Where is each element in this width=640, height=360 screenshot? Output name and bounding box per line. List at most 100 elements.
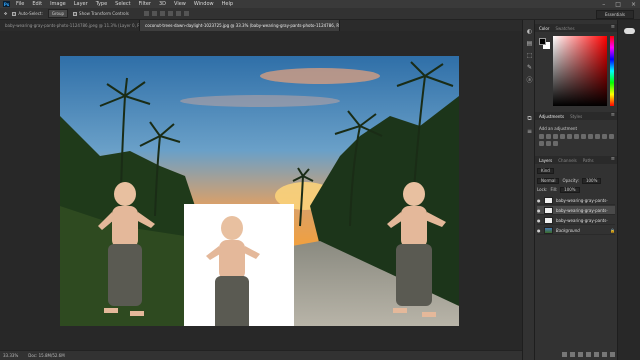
gradient-map-icon[interactable] — [553, 141, 558, 146]
posterize-icon[interactable] — [539, 141, 544, 146]
black-white-icon[interactable] — [588, 134, 593, 139]
visibility-eye-icon[interactable]: ● — [537, 218, 541, 223]
panel-menu-icon[interactable]: ≡ — [611, 112, 615, 118]
tab-coconut-trees[interactable]: coconut-trees-dawn-daylight-1023725.jpg … — [140, 20, 340, 31]
history-icon[interactable]: ◐ — [526, 28, 533, 35]
visibility-eye-icon[interactable]: ● — [537, 208, 541, 213]
composite-image — [60, 56, 459, 326]
doc-size[interactable]: Doc: 15.8M/52.6M — [28, 353, 64, 358]
layer-kind-filter[interactable]: Kind — [537, 167, 554, 174]
menu-3d[interactable]: 3D — [159, 1, 166, 7]
adjustment-layer-icon[interactable] — [586, 351, 591, 357]
libraries-icon[interactable]: ⬚ — [526, 52, 533, 59]
opacity-label: Opacity: — [562, 178, 579, 183]
add-adjustment-label: Add an adjustment — [539, 126, 578, 131]
mask-icon[interactable] — [578, 351, 583, 357]
color-balance-icon[interactable] — [581, 134, 586, 139]
tab-swatches[interactable]: Swatches — [555, 26, 574, 31]
zoom-level[interactable]: 33.33% — [3, 353, 18, 358]
panel-icon-strip: ◐ ▤ ⬚ ✎ ⓐ ⧉ ≡ — [522, 20, 535, 360]
invert-icon[interactable] — [609, 134, 614, 139]
visibility-eye-icon[interactable]: ● — [537, 228, 541, 233]
tab-baby-photo[interactable]: baby-wearing-gray-pants-photo-1124786.jp… — [0, 20, 140, 31]
document-canvas[interactable] — [60, 56, 459, 326]
move-tool-icon[interactable]: ✥ — [4, 11, 7, 16]
layer-name: baby-wearing-gray-pants-p... — [556, 197, 608, 203]
group-icon[interactable] — [594, 351, 599, 357]
layer-name: baby-wearing-gray-pants-p... — [556, 207, 608, 213]
fx-icon[interactable] — [570, 351, 575, 357]
auto-select-option[interactable]: Auto-Select: — [12, 11, 43, 16]
menu-file[interactable]: File — [16, 1, 24, 7]
tab-styles[interactable]: Styles — [570, 114, 582, 119]
maximize-icon[interactable]: □ — [615, 1, 621, 8]
tab-channels[interactable]: Channels — [558, 158, 577, 163]
align-middle-icon[interactable] — [151, 11, 157, 16]
link-layers-icon[interactable] — [562, 351, 567, 357]
lock-row: Lock: Fill: 100% — [537, 186, 615, 193]
foreground-color-swatch[interactable] — [539, 38, 546, 45]
lock-icon: 🔒 — [610, 227, 615, 233]
menu-select[interactable]: Select — [115, 1, 130, 7]
brush-icon[interactable]: ✎ — [526, 64, 533, 71]
hue-slider[interactable] — [610, 36, 614, 106]
trash-icon[interactable] — [610, 351, 615, 357]
photoshop-logo[interactable]: Ps — [3, 1, 10, 7]
paragraph-icon[interactable]: ≡ — [526, 128, 533, 135]
align-left-icon[interactable] — [167, 11, 173, 16]
document-tabs: baby-wearing-gray-pants-photo-1124786.jp… — [0, 20, 522, 31]
opacity-input[interactable]: 100% — [581, 177, 602, 184]
clone-source-icon[interactable]: ⧉ — [526, 115, 533, 122]
blend-mode-select[interactable]: Normal — [537, 177, 560, 184]
visibility-eye-icon[interactable]: ● — [537, 198, 541, 203]
tab-paths[interactable]: Paths — [583, 158, 594, 163]
layer-row[interactable]: ● baby-wearing-gray-pants-p... — [537, 196, 615, 205]
vibrance-icon[interactable] — [567, 134, 572, 139]
cloud-icon[interactable] — [624, 28, 635, 34]
panel-menu-icon[interactable]: ≡ — [611, 156, 615, 162]
menu-help[interactable]: Help — [222, 1, 233, 7]
layer-row[interactable]: ● baby-wearing-gray-pants-p... — [537, 206, 615, 215]
new-layer-icon[interactable] — [602, 351, 607, 357]
levels-icon[interactable] — [546, 134, 551, 139]
align-bottom-icon[interactable] — [159, 11, 165, 16]
layer-row[interactable]: ● Background 🔒 — [537, 226, 615, 235]
menu-layer[interactable]: Layer — [74, 1, 88, 7]
channel-mixer-icon[interactable] — [602, 134, 607, 139]
align-center-icon[interactable] — [175, 11, 181, 16]
menu-image[interactable]: Image — [50, 1, 66, 7]
adjustment-icons — [539, 134, 615, 146]
tab-color[interactable]: Color — [539, 26, 549, 31]
menu-window[interactable]: Window — [194, 1, 214, 7]
right-panels: Color Swatches ≡ Adjustments Styles ≡ Ad… — [535, 20, 617, 360]
layer-row[interactable]: ● baby-wearing-gray-pants-p... — [537, 216, 615, 225]
character-icon[interactable]: ⓐ — [526, 76, 533, 84]
menu-filter[interactable]: Filter — [139, 1, 151, 7]
tab-layers[interactable]: Layers — [539, 158, 552, 163]
blend-row: Normal Opacity: 100% — [537, 177, 615, 184]
canvas-area[interactable] — [0, 31, 522, 350]
threshold-icon[interactable] — [546, 141, 551, 146]
color-picker-field[interactable] — [553, 36, 607, 106]
menu-view[interactable]: View — [174, 1, 186, 7]
transform-controls-checkbox[interactable] — [73, 11, 78, 16]
photo-filter-icon[interactable] — [595, 134, 600, 139]
tab-adjustments[interactable]: Adjustments — [539, 114, 564, 119]
hue-saturation-icon[interactable] — [574, 134, 579, 139]
minimize-icon[interactable]: – — [602, 1, 605, 8]
transform-controls-option[interactable]: Show Transform Controls — [73, 11, 129, 16]
menu-type[interactable]: Type — [96, 1, 107, 7]
align-right-icon[interactable] — [183, 11, 189, 16]
menu-edit[interactable]: Edit — [32, 1, 42, 7]
fill-input[interactable]: 100% — [560, 186, 580, 193]
align-top-icon[interactable] — [143, 11, 149, 16]
auto-select-dropdown[interactable]: Group — [47, 9, 69, 18]
curves-icon[interactable] — [553, 134, 558, 139]
properties-icon[interactable]: ▤ — [526, 40, 533, 47]
auto-select-checkbox[interactable] — [12, 11, 17, 16]
close-icon[interactable]: × — [631, 1, 636, 8]
workspace-switcher[interactable]: Essentials — [595, 10, 634, 19]
panel-menu-icon[interactable]: ≡ — [611, 24, 615, 30]
brightness-contrast-icon[interactable] — [539, 134, 544, 139]
exposure-icon[interactable] — [560, 134, 565, 139]
